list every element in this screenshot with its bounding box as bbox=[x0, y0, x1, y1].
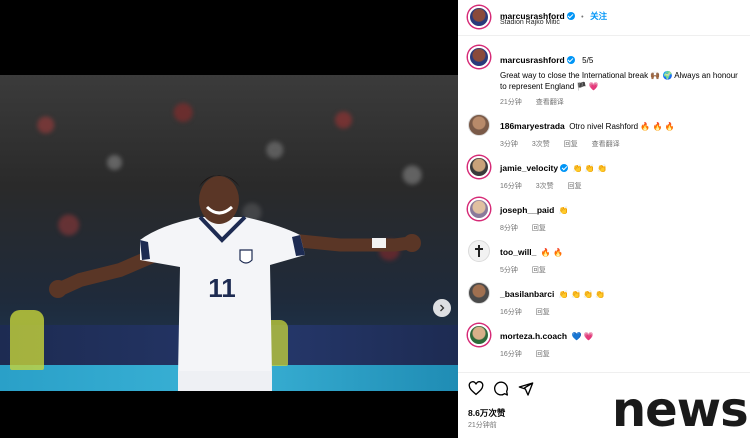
comment-username[interactable]: too_will_ bbox=[500, 247, 536, 257]
comment-time[interactable]: 16分钟 bbox=[500, 309, 522, 316]
avatar[interactable] bbox=[468, 240, 490, 262]
caption-time[interactable]: 21分钟 bbox=[500, 99, 522, 106]
cross-icon bbox=[475, 245, 483, 257]
verified-badge-icon bbox=[566, 12, 575, 20]
comment-username[interactable]: 186maryestrada bbox=[500, 121, 565, 131]
comment-time[interactable]: 16分钟 bbox=[500, 351, 522, 358]
reply-button[interactable]: 回复 bbox=[536, 309, 550, 316]
share-icon[interactable] bbox=[518, 381, 534, 397]
comment-text: 👏 👏 👏 bbox=[572, 164, 607, 173]
comment-time[interactable]: 3分钟 bbox=[500, 141, 518, 148]
avatar[interactable] bbox=[468, 46, 490, 68]
separator-dot: • bbox=[581, 14, 584, 21]
reply-button[interactable]: 回复 bbox=[568, 183, 582, 190]
news-watermark: news bbox=[612, 382, 749, 438]
post-side-panel: marcusrashford • 关注 Stadion Rajko Mitić … bbox=[458, 0, 750, 438]
comment-username[interactable]: morteza.h.coach bbox=[500, 331, 567, 341]
comment-text: 🔥 🔥 bbox=[540, 248, 563, 257]
jersey-number: 11 bbox=[208, 273, 236, 303]
comment-username[interactable]: joseph__paid bbox=[500, 205, 554, 215]
avatar[interactable] bbox=[468, 114, 490, 136]
avatar[interactable] bbox=[468, 198, 490, 220]
caption-username[interactable]: marcusrashford bbox=[500, 55, 565, 65]
comment-likes[interactable]: 3次赞 bbox=[536, 183, 554, 190]
comment-text: 👏 bbox=[558, 206, 569, 215]
avatar[interactable] bbox=[468, 6, 490, 28]
translate-link[interactable]: 查看翻译 bbox=[536, 99, 564, 106]
post-photo[interactable]: 11 bbox=[0, 75, 458, 391]
heart-icon[interactable] bbox=[468, 381, 484, 397]
caption-counter: 5/5 bbox=[582, 56, 594, 65]
translate-link[interactable]: 查看翻译 bbox=[592, 141, 620, 148]
comment-time[interactable]: 5分钟 bbox=[500, 267, 518, 274]
likes-count[interactable]: 8.6万次赞 bbox=[468, 407, 505, 419]
post-media-area: 11 bbox=[0, 0, 458, 438]
reply-button[interactable]: 回复 bbox=[532, 267, 546, 274]
post-location[interactable]: Stadion Rajko Mitić bbox=[500, 19, 560, 26]
verified-badge-icon bbox=[560, 164, 569, 172]
avatar[interactable] bbox=[468, 324, 490, 346]
avatar[interactable] bbox=[468, 282, 490, 304]
comment-text: 👏 👏 👏 👏 bbox=[558, 290, 606, 299]
follow-button[interactable]: 关注 bbox=[590, 11, 607, 21]
chevron-right-icon bbox=[440, 304, 445, 312]
verified-badge-icon bbox=[566, 56, 575, 64]
comment-text: 💙 💗 bbox=[571, 332, 594, 341]
post-time[interactable]: 21分钟前 bbox=[468, 420, 497, 430]
reply-button[interactable]: 回复 bbox=[536, 351, 550, 358]
avatar[interactable] bbox=[468, 156, 490, 178]
reply-button[interactable]: 回复 bbox=[532, 225, 546, 232]
caption-text: Great way to close the International bre… bbox=[500, 71, 738, 91]
post-header: marcusrashford • 关注 Stadion Rajko Mitić bbox=[458, 0, 750, 36]
player-figure: 11 bbox=[49, 175, 421, 391]
comment-username[interactable]: jamie_velocity bbox=[500, 163, 558, 173]
comment-likes[interactable]: 3次赞 bbox=[532, 141, 550, 148]
comment-username[interactable]: _basilanbarci bbox=[500, 289, 554, 299]
comment-icon[interactable] bbox=[493, 381, 509, 397]
comment-text: Otro nivel Rashford 🔥 🔥 🔥 bbox=[569, 122, 675, 131]
comment-time[interactable]: 8分钟 bbox=[500, 225, 518, 232]
carousel-next-button[interactable] bbox=[433, 299, 451, 317]
comment-time[interactable]: 16分钟 bbox=[500, 183, 522, 190]
reply-button[interactable]: 回复 bbox=[564, 141, 578, 148]
